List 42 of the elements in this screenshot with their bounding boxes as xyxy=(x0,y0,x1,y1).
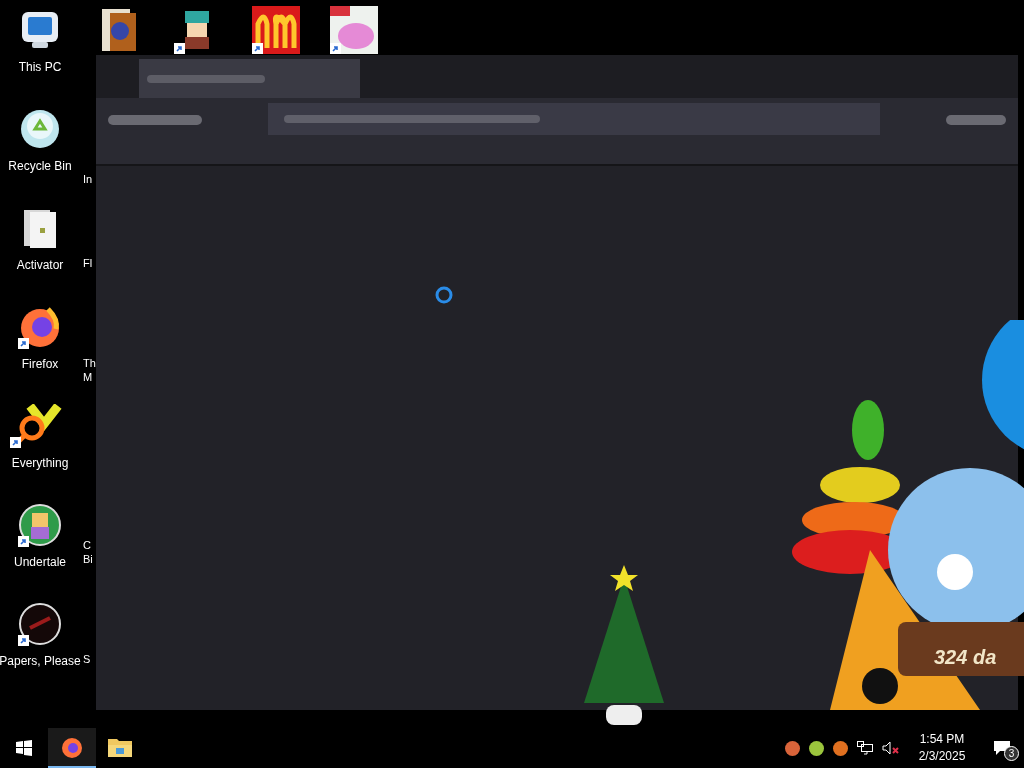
arches-logo-icon xyxy=(252,6,300,54)
pig-icon xyxy=(330,6,378,54)
recycle-bin-icon xyxy=(18,107,62,151)
tray-app-icon[interactable] xyxy=(833,740,848,756)
icon-label: Th xyxy=(83,356,96,370)
tray-app-icon[interactable] xyxy=(809,740,824,756)
shortcut-arrow-icon xyxy=(252,43,263,54)
network-icon[interactable] xyxy=(857,741,873,755)
shortcut-arrow-icon xyxy=(18,536,29,547)
taskbar-app-button[interactable] xyxy=(48,728,96,768)
shortcut-arrow-icon xyxy=(18,338,29,349)
icon-label: In xyxy=(83,172,93,186)
icon-label[interactable]: Everything xyxy=(11,454,69,472)
windows-logo-icon xyxy=(16,740,32,756)
shortcut-arrow-icon xyxy=(18,635,29,646)
icon-label: C xyxy=(83,538,91,552)
icon-label[interactable]: This PC xyxy=(18,58,62,76)
icon-label[interactable]: Papers, Please xyxy=(0,652,81,670)
icon-label[interactable]: Recycle Bin xyxy=(8,157,72,175)
clock-date[interactable]: 2/3/2025 xyxy=(918,748,966,765)
firefox-icon xyxy=(18,305,62,349)
firefox-icon xyxy=(60,735,84,759)
tray-app-icon[interactable] xyxy=(785,740,800,756)
shortcut-arrow-icon xyxy=(330,43,341,54)
shortcut-arrow-icon xyxy=(10,437,21,448)
notification-count: 3 xyxy=(1004,746,1019,761)
icon-label[interactable]: Firefox xyxy=(21,355,59,373)
countdown-text: 324 da xyxy=(934,645,997,670)
clock-time[interactable]: 1:54 PM xyxy=(919,731,965,748)
icon-label[interactable]: Activator xyxy=(16,256,64,274)
icon-label: S xyxy=(83,652,91,666)
icon-label[interactable]: Undertale xyxy=(14,553,66,571)
icon-label: M xyxy=(83,370,93,384)
notification-button[interactable]: 3 xyxy=(980,728,1024,768)
character-icon xyxy=(18,503,62,547)
icon-label: Fl xyxy=(83,256,93,270)
toolbar-skeleton xyxy=(946,115,1006,125)
folder-icon xyxy=(108,737,132,757)
icon-label: Bi xyxy=(83,552,93,566)
shortcut-arrow-icon xyxy=(174,43,185,54)
speaker-icon[interactable] xyxy=(882,741,900,755)
round-logo-icon xyxy=(18,602,62,646)
